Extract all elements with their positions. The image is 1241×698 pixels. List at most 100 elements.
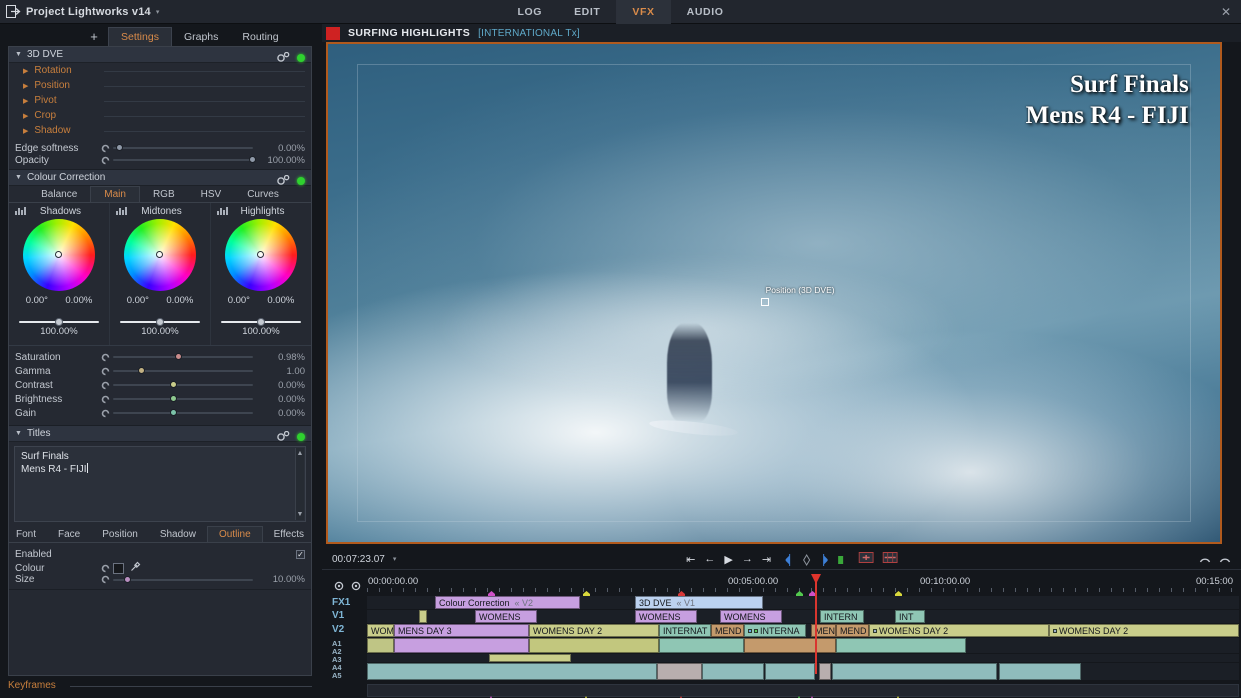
audio-clip[interactable]	[832, 663, 997, 680]
effect-enabled-indicator[interactable]	[297, 177, 305, 185]
tab-effects[interactable]: Effects	[263, 526, 311, 542]
tab-position[interactable]: Position	[91, 526, 149, 542]
park-green-icon[interactable]	[837, 553, 845, 565]
tab-hsv[interactable]: HSV	[188, 186, 235, 202]
clip[interactable]: WOMENS	[720, 610, 782, 623]
timecode-dropdown-caret[interactable]: ▾	[393, 555, 397, 563]
timeline-marker[interactable]	[796, 586, 803, 599]
tab-font[interactable]: Font	[9, 526, 47, 542]
track-label-a5[interactable]: A5	[332, 671, 342, 680]
tab-balance[interactable]: Balance	[28, 186, 90, 202]
redo-icon[interactable]	[1219, 550, 1231, 568]
effect-enabled-indicator[interactable]	[297, 54, 305, 62]
video-stage[interactable]: Surf Finals Mens R4 - FIJI Position (3D …	[326, 42, 1222, 544]
audio-clip[interactable]	[819, 663, 831, 680]
collapse-arrow-icon[interactable]: ▼	[15, 51, 22, 58]
gain-slider[interactable]	[120, 317, 200, 326]
subgroup-shadow[interactable]: ▶ Shadow	[9, 123, 311, 138]
param-slider[interactable]	[113, 350, 253, 364]
subgroup-crop[interactable]: ▶ Crop	[9, 108, 311, 123]
clip-3d-dve[interactable]: 3D DVE « V1	[635, 596, 763, 609]
clip[interactable]: MEND	[711, 624, 744, 637]
strip-marker[interactable]	[895, 689, 901, 698]
clip[interactable]	[419, 610, 427, 623]
track-v2[interactable]: WOM MENS DAY 3 WOMENS DAY 2 INTERNAT MEN…	[367, 624, 1239, 637]
strip-marker[interactable]	[488, 689, 494, 698]
audio-clip[interactable]	[489, 654, 571, 662]
clip[interactable]: WOMENS	[475, 610, 537, 623]
marker-strip[interactable]	[367, 684, 1239, 698]
undo-icon[interactable]	[1199, 550, 1211, 568]
effect-header-titles[interactable]: ▼ Titles	[9, 426, 311, 442]
audio-clip[interactable]	[529, 638, 659, 653]
enabled-checkbox[interactable]: ✓	[296, 549, 305, 559]
param-slider[interactable]	[113, 364, 253, 378]
audio-clip[interactable]	[367, 663, 657, 680]
reset-knob-icon[interactable]	[97, 395, 113, 404]
strip-marker[interactable]	[809, 689, 815, 698]
tab-rgb[interactable]: RGB	[140, 186, 188, 202]
settings-gear-icon[interactable]	[277, 172, 290, 190]
clip[interactable]: INTERNA	[744, 624, 806, 637]
project-exit-icon[interactable]	[0, 5, 26, 18]
menu-tab-audio[interactable]: AUDIO	[671, 0, 740, 24]
reset-knob-icon[interactable]	[97, 381, 113, 390]
strip-marker[interactable]	[796, 689, 802, 698]
tab-routing[interactable]: Routing	[230, 27, 290, 46]
audio-clip[interactable]	[659, 638, 744, 653]
reset-knob-icon[interactable]	[97, 353, 113, 362]
collapse-arrow-icon[interactable]: ▼	[15, 430, 22, 437]
colour-wheel-disc[interactable]	[124, 219, 196, 291]
clip[interactable]: INTERN	[820, 610, 864, 623]
clip[interactable]: INT	[895, 610, 925, 623]
track-fx1[interactable]: Colour Correction « V2 3D DVE « V1	[367, 596, 1239, 609]
clip[interactable]: MEND	[836, 624, 869, 637]
step-back-button[interactable]: ←	[704, 553, 715, 565]
clip[interactable]: INTERNAT	[659, 624, 711, 637]
step-forward-button[interactable]: →	[742, 553, 753, 565]
track-a4-a5[interactable]	[367, 663, 1239, 680]
param-slider[interactable]	[113, 392, 253, 406]
track-label-v1[interactable]: V1	[332, 610, 344, 621]
project-dropdown-caret[interactable]: ▾	[156, 8, 160, 16]
param-slider[interactable]	[113, 406, 253, 420]
effect-enabled-indicator[interactable]	[297, 433, 305, 441]
gain-slider[interactable]	[221, 317, 301, 326]
clip[interactable]: MENS DAY 3	[394, 624, 529, 637]
clip[interactable]: WOMENS DAY 2	[869, 624, 1049, 637]
param-slider[interactable]	[113, 378, 253, 392]
audio-clip[interactable]	[836, 638, 966, 653]
audio-clip[interactable]	[744, 638, 836, 653]
histogram-icon[interactable]	[217, 207, 228, 215]
tab-outline[interactable]: Outline	[206, 526, 263, 542]
effect-header-3d-dve[interactable]: ▼ 3D DVE	[9, 47, 311, 63]
tab-face[interactable]: Face	[47, 526, 91, 542]
effect-header-colour-correction[interactable]: ▼ Colour Correction	[9, 170, 311, 186]
clip[interactable]: WOM	[367, 624, 394, 637]
wheel-center-handle[interactable]	[257, 251, 264, 258]
colour-wheel-disc[interactable]	[225, 219, 297, 291]
delete-icon[interactable]	[883, 550, 899, 568]
tab-shadow[interactable]: Shadow	[149, 526, 207, 542]
histogram-icon[interactable]	[15, 207, 26, 215]
audio-clip[interactable]	[367, 638, 394, 653]
scroll-up-icon[interactable]: ▲	[297, 450, 304, 457]
reset-knob-icon[interactable]	[97, 575, 113, 584]
reset-knob-icon[interactable]	[97, 409, 113, 418]
size-slider[interactable]	[113, 573, 253, 587]
close-icon[interactable]: ✕	[1221, 5, 1231, 19]
timeline-marker[interactable]	[895, 586, 902, 599]
play-button[interactable]: ▶	[724, 553, 732, 566]
track-label-fx1[interactable]: FX1	[332, 597, 350, 608]
clip[interactable]: WOMENS DAY 2	[1049, 624, 1239, 637]
reset-knob-icon[interactable]	[97, 156, 113, 165]
clip[interactable]: WOMENS	[635, 610, 697, 623]
audio-clip[interactable]	[657, 663, 702, 680]
timeline-ruler[interactable]: 00:00:00.00 00:05:00.00 00:10:00.00 00:1…	[322, 574, 1241, 599]
track-label-v2[interactable]: V2	[332, 624, 344, 635]
timeline-marker[interactable]	[583, 586, 590, 599]
tab-settings[interactable]: Settings	[108, 27, 172, 46]
track-a1-a2[interactable]	[367, 638, 1239, 653]
tab-graphs[interactable]: Graphs	[172, 27, 230, 46]
mark-in-icon[interactable]	[785, 553, 794, 566]
